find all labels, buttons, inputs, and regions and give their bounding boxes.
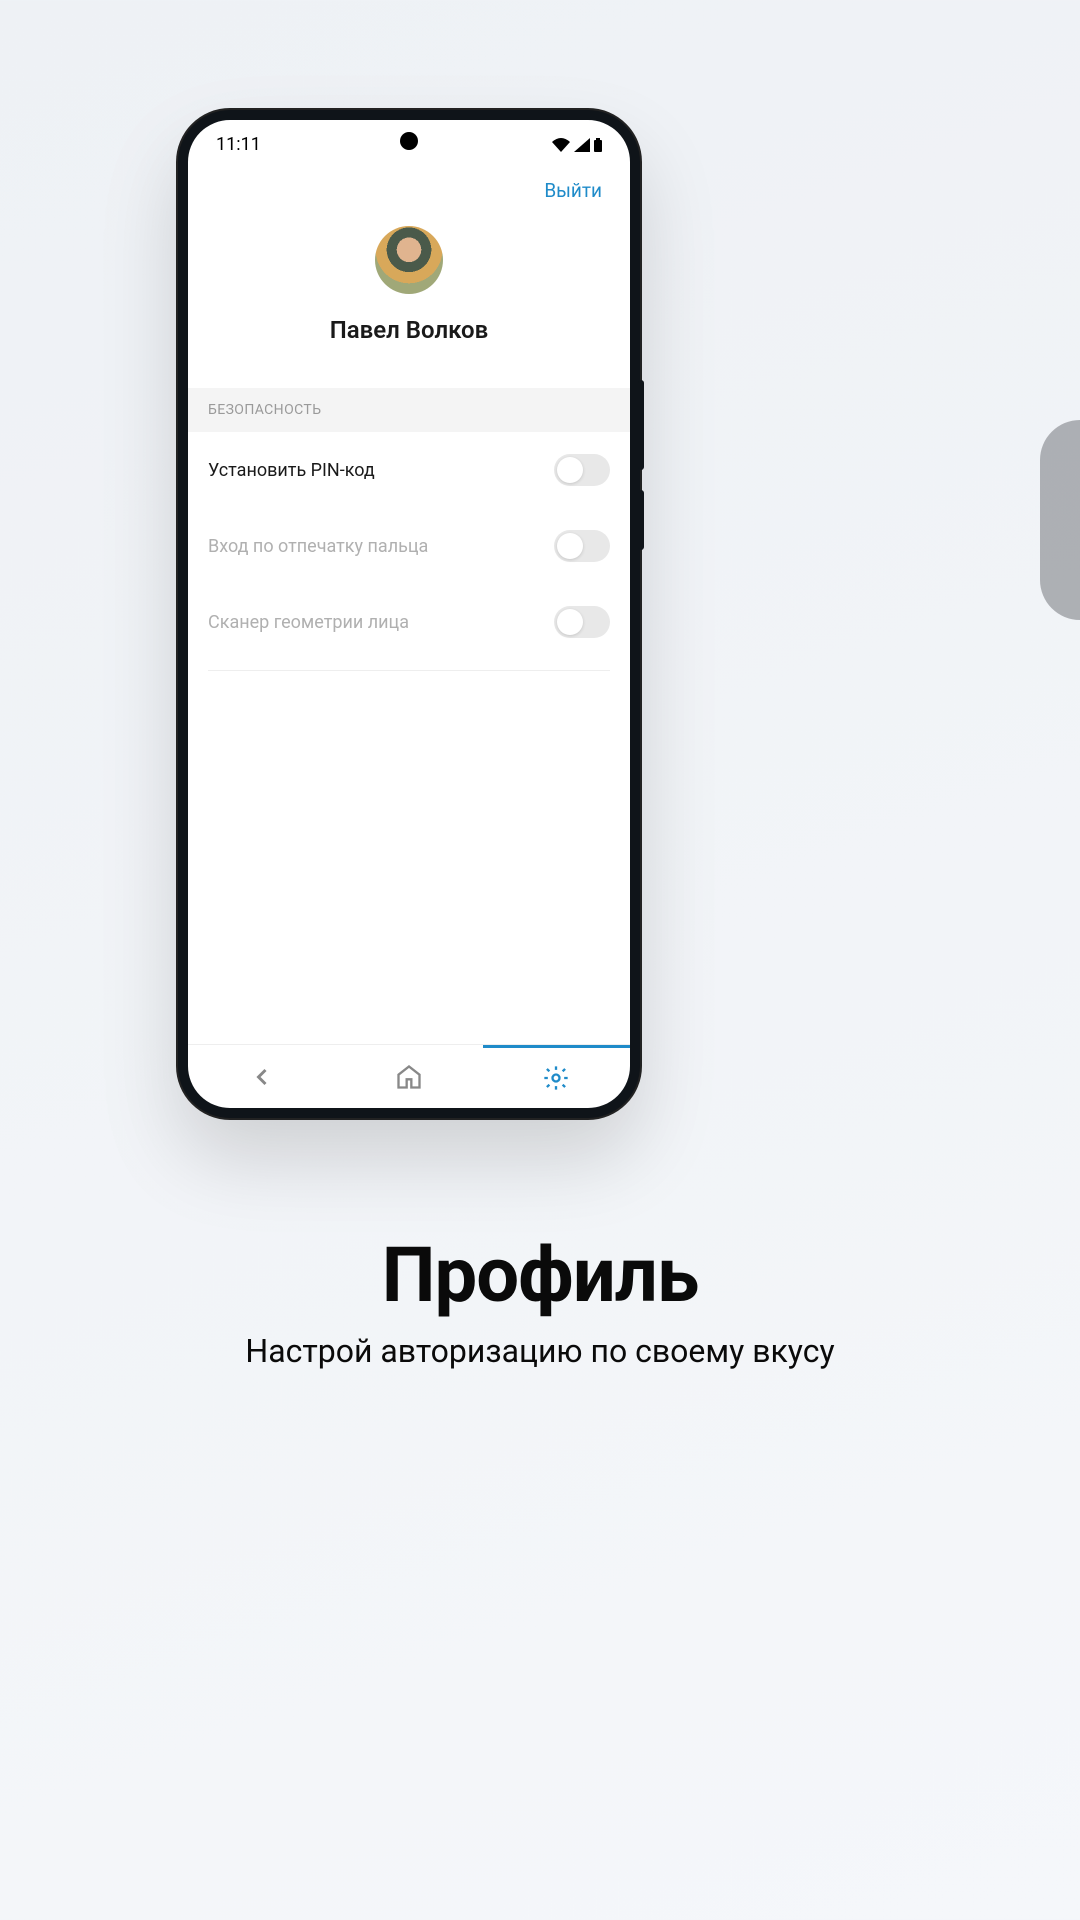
setting-label: Вход по отпечатку пальца xyxy=(208,536,428,557)
signal-icon xyxy=(574,138,590,152)
toggle-fingerprint[interactable] xyxy=(554,530,610,562)
phone-button xyxy=(638,490,644,550)
app-header: Выйти xyxy=(188,161,630,206)
setting-label: Сканер геометрии лица xyxy=(208,612,409,633)
tab-settings[interactable] xyxy=(483,1045,630,1108)
status-bar: 11:11 xyxy=(188,120,630,161)
tab-back[interactable] xyxy=(188,1045,335,1108)
setting-fingerprint[interactable]: Вход по отпечатку пальца xyxy=(188,508,630,584)
setting-face[interactable]: Сканер геометрии лица xyxy=(188,584,630,660)
toggle-face[interactable] xyxy=(554,606,610,638)
second-phone-edge xyxy=(1040,420,1080,620)
setting-pin[interactable]: Установить PIN-код xyxy=(188,432,630,508)
phone-mockup: 11:11 Выйти Павел Волков БЕЗОПАСНОСТЬ Ус… xyxy=(178,110,640,1118)
tab-home[interactable] xyxy=(335,1045,482,1108)
wifi-icon xyxy=(552,138,570,152)
status-time: 11:11 xyxy=(216,134,261,155)
profile-name: Павел Волков xyxy=(330,316,488,344)
phone-button xyxy=(638,380,644,470)
toggle-pin[interactable] xyxy=(554,454,610,486)
app-screen: 11:11 Выйти Павел Волков БЕЗОПАСНОСТЬ Ус… xyxy=(188,120,630,1108)
bottom-nav xyxy=(188,1044,630,1108)
setting-label: Установить PIN-код xyxy=(208,460,375,481)
battery-icon xyxy=(594,138,602,152)
marketing-subtitle: Настрой авторизацию по своему вкусу xyxy=(0,1332,1080,1370)
gear-icon xyxy=(542,1064,570,1092)
marketing-title: Профиль xyxy=(0,1230,1080,1320)
status-icons xyxy=(552,138,602,152)
logout-button[interactable]: Выйти xyxy=(544,179,602,202)
chevron-left-icon xyxy=(248,1063,276,1091)
section-header-security: БЕЗОПАСНОСТЬ xyxy=(188,388,630,432)
profile-section: Павел Волков xyxy=(188,206,630,388)
marketing-text: Профиль Настрой авторизацию по своему вк… xyxy=(0,1230,1080,1370)
home-icon xyxy=(395,1063,423,1091)
avatar[interactable] xyxy=(375,226,443,294)
